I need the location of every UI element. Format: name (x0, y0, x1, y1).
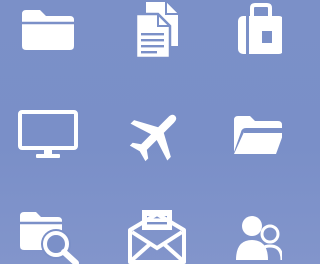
monitor-icon[interactable] (18, 110, 78, 160)
open-folder-icon[interactable] (232, 114, 282, 156)
documents-icon[interactable] (134, 0, 182, 60)
mail-icon[interactable] (128, 208, 186, 264)
folder-search-icon[interactable] (18, 208, 80, 264)
users-icon[interactable] (236, 212, 282, 264)
folder-icon[interactable] (20, 6, 76, 52)
airplane-icon[interactable] (126, 106, 186, 164)
luggage-icon[interactable] (236, 3, 282, 56)
icon-grid (0, 0, 282, 264)
